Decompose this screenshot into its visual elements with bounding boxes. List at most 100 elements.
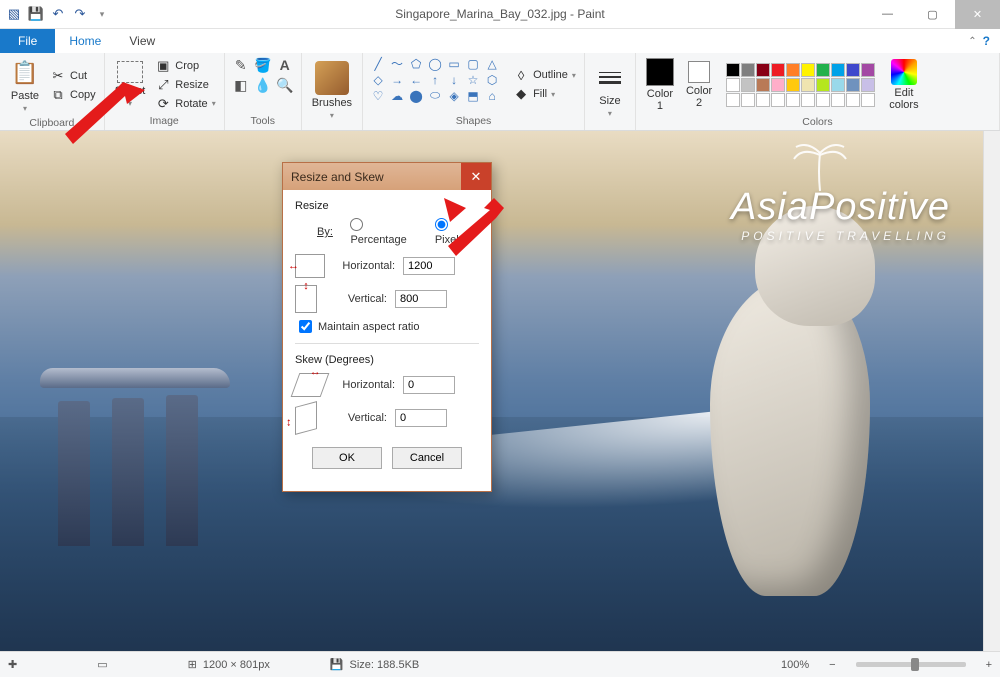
resize-button[interactable]: ⤢Resize	[153, 76, 217, 94]
zoom-slider[interactable]	[856, 662, 966, 667]
color-swatch[interactable]	[756, 78, 770, 92]
group-brushes: Brushes ▾	[302, 53, 363, 130]
dialog-titlebar[interactable]: Resize and Skew ✕	[283, 163, 491, 190]
color2-button[interactable]: Color 2	[682, 59, 716, 111]
color-swatch[interactable]	[801, 93, 815, 107]
group-tools: ✎ 🪣 A ◧ 💧 🔍 Tools	[225, 53, 302, 130]
crop-button[interactable]: ▣Crop	[153, 57, 217, 75]
color-swatch[interactable]	[816, 93, 830, 107]
undo-icon[interactable]: ↶	[50, 6, 66, 22]
text-icon[interactable]: A	[280, 57, 290, 73]
color-swatch[interactable]	[801, 78, 815, 92]
color-swatch[interactable]	[846, 93, 860, 107]
outline-icon: ◊	[513, 67, 529, 83]
cancel-button[interactable]: Cancel	[392, 447, 462, 469]
tools-group-label: Tools	[231, 113, 295, 130]
minimize-button[interactable]: —	[865, 0, 910, 29]
color-swatch[interactable]	[831, 93, 845, 107]
vertical-scrollbar[interactable]	[983, 131, 1000, 651]
color-palette[interactable]	[726, 63, 875, 107]
ribbon-collapse-icon[interactable]: ⌃ ?	[958, 29, 1000, 53]
color-swatch[interactable]	[741, 78, 755, 92]
color-swatch[interactable]	[726, 93, 740, 107]
color-swatch[interactable]	[786, 63, 800, 77]
merlion-statue	[710, 276, 870, 596]
color-swatch[interactable]	[741, 93, 755, 107]
size-button[interactable]: Size ▾	[591, 56, 629, 125]
dimensions-icon: ⊞	[188, 658, 197, 671]
group-colors: Color 1 Color 2 Edit colors Colors	[636, 53, 1000, 130]
color-swatch[interactable]	[861, 63, 875, 77]
color-swatch[interactable]	[816, 63, 830, 77]
color-swatch[interactable]	[771, 78, 785, 92]
shape-fill-button[interactable]: ◆Fill▾	[511, 85, 578, 103]
edit-colors-button[interactable]: Edit colors	[885, 57, 922, 113]
by-label: By:	[317, 226, 336, 238]
qat-dropdown-icon[interactable]: ▾	[94, 6, 110, 22]
copy-icon: ⧉	[50, 87, 66, 103]
zoom-out-button[interactable]: −	[829, 659, 835, 671]
shapes-gallery[interactable]: ╱〜⬠◯▭▢△ ◇→←↑↓☆⬡ ♡☁⬤⬭◈⬒⌂	[369, 56, 501, 113]
save-icon[interactable]: 💾	[28, 6, 44, 22]
chevron-down-icon: ▾	[608, 109, 612, 118]
tab-file[interactable]: File	[0, 29, 55, 53]
zoom-in-button[interactable]: +	[986, 659, 992, 671]
resize-vertical-input[interactable]	[395, 290, 447, 308]
shape-outline-button[interactable]: ◊Outline▾	[511, 66, 578, 84]
tab-home[interactable]: Home	[55, 29, 115, 53]
tab-view[interactable]: View	[115, 29, 169, 53]
color-swatch[interactable]	[756, 93, 770, 107]
color-swatch[interactable]	[831, 78, 845, 92]
title-bar: ▧ 💾 ↶ ↷ ▾ Singapore_Marina_Bay_032.jpg -…	[0, 0, 1000, 29]
maximize-button[interactable]: ▢	[910, 0, 955, 29]
radio-percentage[interactable]: Percentage	[350, 218, 420, 246]
close-button[interactable]: ✕	[955, 0, 1000, 29]
redo-icon[interactable]: ↷	[72, 6, 88, 22]
picker-icon[interactable]: 💧	[254, 77, 271, 94]
annotation-arrow-resize	[65, 82, 145, 165]
color-swatch[interactable]	[771, 93, 785, 107]
selection-size-icon: ▭	[97, 658, 107, 671]
brushes-button[interactable]: Brushes ▾	[308, 56, 356, 125]
color1-swatch	[646, 58, 674, 86]
resize-horizontal-icon: ↔	[295, 254, 325, 278]
skew-vertical-input[interactable]	[395, 409, 447, 427]
color-swatch[interactable]	[756, 63, 770, 77]
pencil-icon[interactable]: ✎	[235, 57, 247, 74]
fill-icon[interactable]: 🪣	[254, 57, 271, 74]
cursor-position-icon: ✚	[8, 658, 17, 671]
color-swatch[interactable]	[801, 63, 815, 77]
rotate-button[interactable]: ⟳Rotate▾	[153, 95, 217, 113]
annotation-arrow-pixels	[444, 198, 504, 259]
maintain-aspect-checkbox[interactable]: Maintain aspect ratio	[295, 320, 479, 333]
skew-horizontal-label: Horizontal:	[333, 379, 395, 391]
color-swatch[interactable]	[846, 63, 860, 77]
resize-horizontal-input[interactable]	[403, 257, 455, 275]
help-icon[interactable]: ?	[983, 34, 990, 48]
eraser-icon[interactable]: ◧	[234, 77, 247, 94]
color1-button[interactable]: Color 1	[642, 56, 678, 114]
chevron-down-icon: ▾	[23, 104, 27, 113]
color-swatch[interactable]	[786, 78, 800, 92]
zoom-level: 100%	[781, 659, 809, 671]
bucket-icon: ◆	[513, 86, 529, 102]
skew-vertical-icon: ↕	[295, 401, 317, 435]
skew-horizontal-input[interactable]	[403, 376, 455, 394]
status-bar: ✚ ▭ ⊞ 1200 × 801px 💾 Size: 188.5KB 100% …	[0, 651, 1000, 677]
color-swatch[interactable]	[771, 63, 785, 77]
ok-button[interactable]: OK	[312, 447, 382, 469]
color-swatch[interactable]	[831, 63, 845, 77]
color-swatch[interactable]	[861, 78, 875, 92]
color-swatch[interactable]	[816, 78, 830, 92]
color-swatch[interactable]	[726, 78, 740, 92]
magnifier-icon[interactable]: 🔍	[276, 77, 293, 94]
color-swatch[interactable]	[861, 93, 875, 107]
color-swatch[interactable]	[786, 93, 800, 107]
color-swatch[interactable]	[726, 63, 740, 77]
window-title: Singapore_Marina_Bay_032.jpg - Paint	[395, 7, 604, 21]
group-shapes: ╱〜⬠◯▭▢△ ◇→←↑↓☆⬡ ♡☁⬤⬭◈⬒⌂ ◊Outline▾ ◆Fill▾…	[363, 53, 585, 130]
color-swatch[interactable]	[846, 78, 860, 92]
dialog-close-button[interactable]: ✕	[461, 163, 491, 190]
paste-button[interactable]: 📋 Paste ▾	[6, 56, 44, 115]
color-swatch[interactable]	[741, 63, 755, 77]
